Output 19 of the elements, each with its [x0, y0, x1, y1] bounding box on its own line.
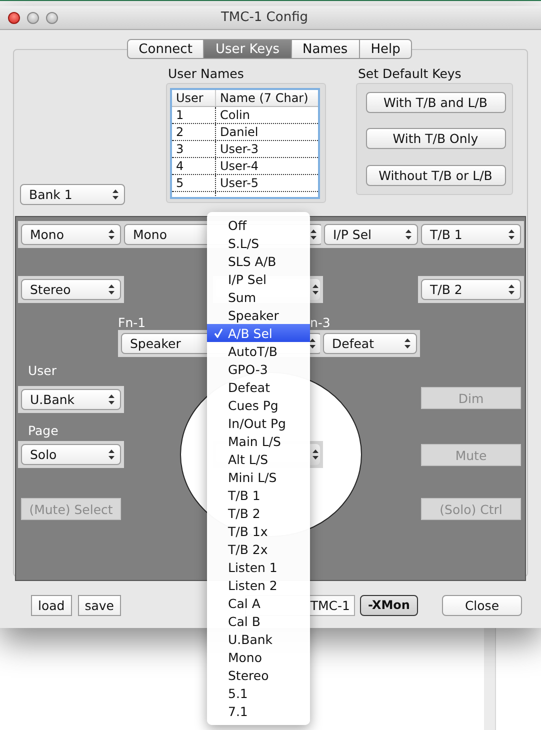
- field-label: Fn-1: [118, 315, 146, 330]
- window-title: TMC-1 Config: [220, 10, 310, 25]
- table-cell-text: User-3: [219, 141, 260, 157]
- table-cell: 5: [172, 175, 216, 191]
- table-cell-text: User-5: [219, 175, 260, 191]
- column-header: Name (7 Char): [219, 90, 310, 106]
- table-cell-text: Colin: [219, 107, 251, 123]
- section-label: User Names: [167, 66, 245, 83]
- table-cell: 2: [172, 124, 216, 140]
- table-cell-text: User-4: [219, 158, 260, 174]
- table-cell: 3: [172, 141, 216, 157]
- section-label: Set Default Keys: [357, 66, 462, 83]
- column-header: User: [172, 90, 216, 106]
- table-cell: 4: [172, 158, 216, 174]
- field-label: User: [28, 363, 56, 378]
- field-label: n-3: [310, 315, 330, 330]
- table-cell-text: Daniel: [219, 124, 260, 140]
- table-cell: 1: [172, 107, 216, 123]
- field-label: Page: [28, 423, 58, 438]
